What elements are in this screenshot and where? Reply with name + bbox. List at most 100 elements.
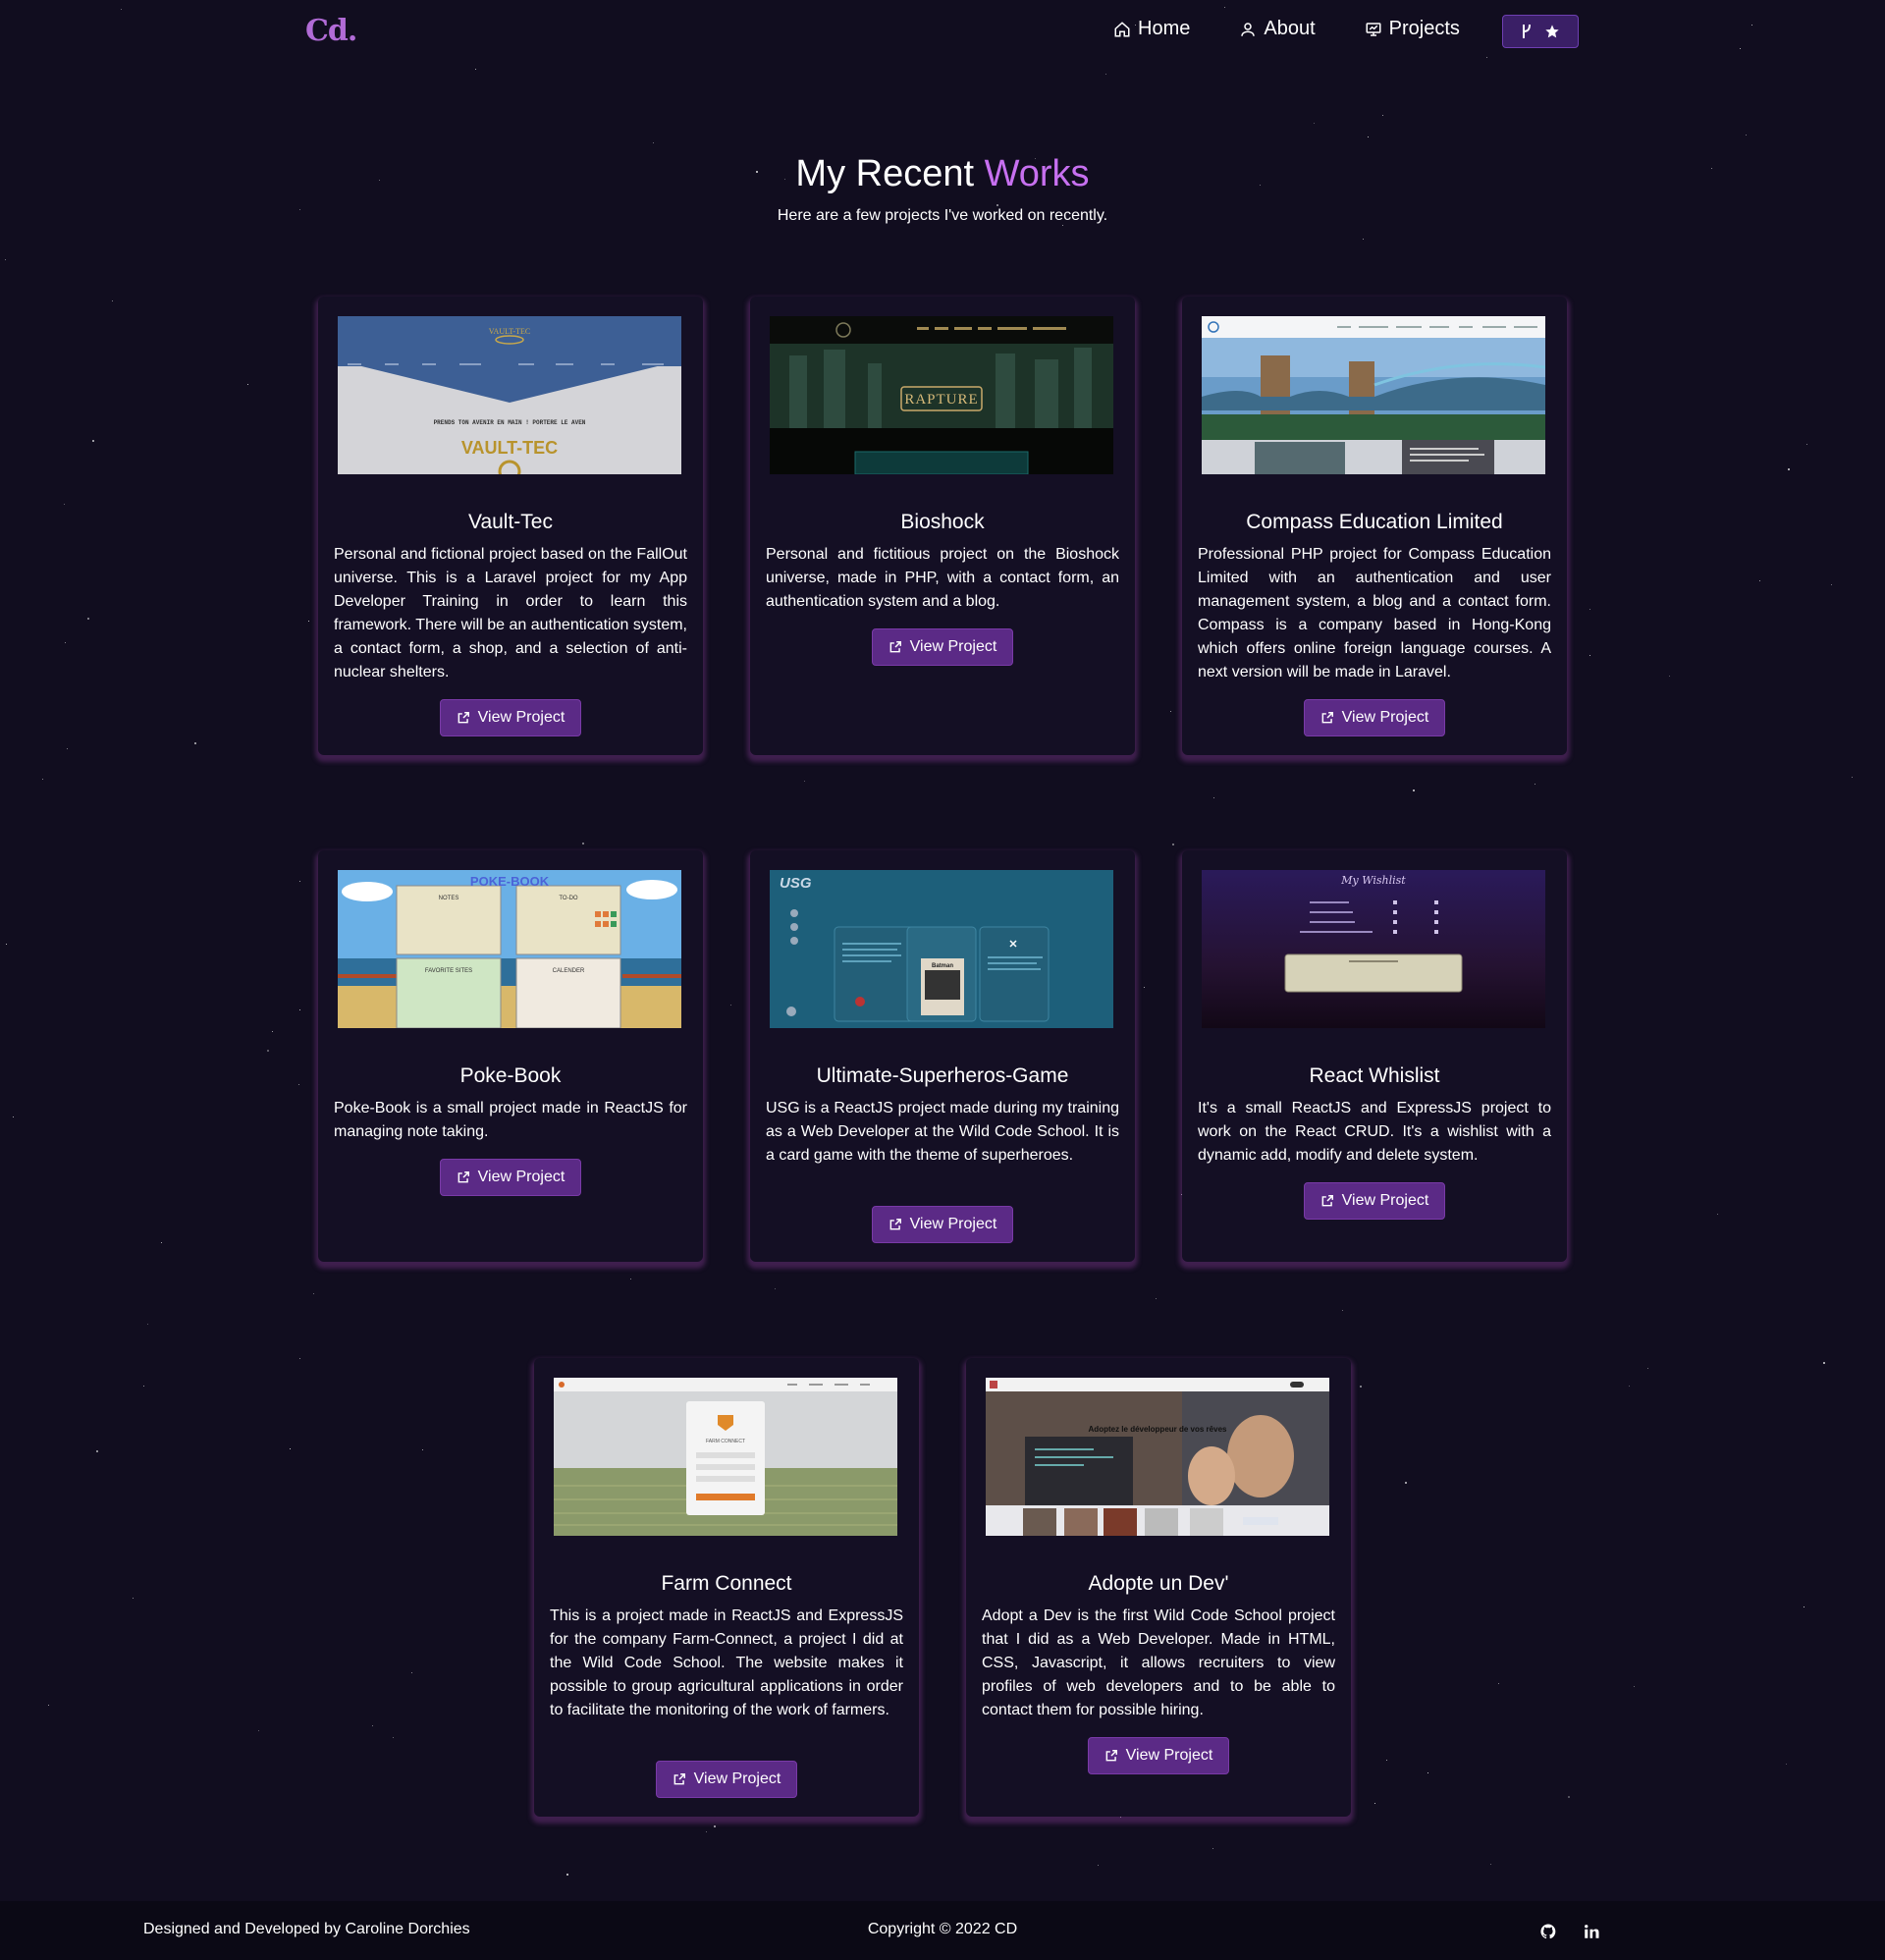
- star: [87, 618, 89, 620]
- view-project-button[interactable]: View Project: [440, 699, 581, 736]
- linkedin-icon[interactable]: [1583, 1923, 1600, 1940]
- external-link-icon: [1105, 1750, 1117, 1762]
- star: [13, 1116, 15, 1118]
- star: [272, 1031, 274, 1033]
- github-star-button[interactable]: [1502, 15, 1579, 48]
- star: [1490, 1864, 1492, 1866]
- star-icon: [1545, 25, 1559, 38]
- project-card-farm-connect: FARM CONNECT Farm Connect This is a proj…: [534, 1358, 919, 1817]
- view-project-button[interactable]: View Project: [440, 1159, 581, 1196]
- external-link-icon: [889, 1219, 901, 1230]
- star: [161, 1242, 163, 1244]
- github-icon[interactable]: [1539, 1923, 1557, 1940]
- star: [1363, 239, 1365, 241]
- project-screenshot: Adoptez le développeur de vos rêves: [986, 1378, 1329, 1536]
- star: [1788, 468, 1790, 470]
- nav-link-about[interactable]: About: [1239, 18, 1316, 40]
- project-screenshot: POKE-BOOK NOTES TO-DO FAVORITE SITES CAL…: [338, 870, 681, 1028]
- view-project-button[interactable]: View Project: [656, 1761, 797, 1798]
- title-prefix: My Recent: [795, 153, 985, 194]
- star: [1427, 1772, 1429, 1774]
- external-link-icon: [889, 641, 901, 653]
- project-title: Farm Connect: [661, 1572, 792, 1595]
- view-project-button[interactable]: View Project: [872, 628, 1013, 666]
- star: [1831, 584, 1833, 586]
- presentation-icon: [1366, 22, 1381, 36]
- screenshot-brand: FARM CONNECT: [706, 1439, 745, 1444]
- star: [1806, 444, 1808, 446]
- nav-link-home[interactable]: Home: [1113, 18, 1190, 40]
- external-link-icon: [1321, 712, 1333, 724]
- project-card-bioshock: RAPTURE Bioshock Personal and fictitious…: [750, 297, 1135, 755]
- external-link-icon: [458, 1171, 469, 1183]
- star: [92, 440, 94, 442]
- star: [308, 621, 310, 623]
- section-heading: My Recent Works Here are a few projects …: [0, 153, 1885, 225]
- star: [411, 1672, 413, 1674]
- footer-social-links: [1539, 1923, 1600, 1940]
- project-card-adopte-un-dev: Adoptez le développeur de vos rêves Adop…: [966, 1358, 1351, 1817]
- screenshot-favorites: FAVORITE SITES: [425, 968, 472, 974]
- project-title: Bioshock: [900, 511, 985, 533]
- view-project-button[interactable]: View Project: [1304, 1182, 1445, 1220]
- star: [706, 1831, 708, 1833]
- project-description: Poke-Book is a small project made in Rea…: [334, 1100, 687, 1140]
- project-card-poke-book: POKE-BOOK NOTES TO-DO FAVORITE SITES CAL…: [318, 850, 703, 1262]
- view-project-label: View Project: [909, 1216, 997, 1232]
- star: [422, 1449, 424, 1451]
- view-project-button[interactable]: View Project: [872, 1206, 1013, 1243]
- star: [775, 1288, 777, 1290]
- nav-link-label: About: [1264, 18, 1316, 39]
- project-screenshot: USG Batman: [770, 870, 1113, 1028]
- star: [133, 1598, 135, 1600]
- project-title: React Whislist: [1309, 1064, 1440, 1087]
- star: [1212, 1848, 1214, 1850]
- project-description: Professional PHP project for Compass Edu…: [1198, 546, 1551, 681]
- star: [1823, 1362, 1825, 1364]
- nav-link-projects[interactable]: Projects: [1365, 18, 1460, 40]
- view-project-label: View Project: [477, 1169, 566, 1185]
- star: [267, 1050, 269, 1052]
- star: [112, 300, 114, 302]
- view-project-button[interactable]: View Project: [1304, 699, 1445, 736]
- project-description: Personal and fictional project based on …: [334, 546, 687, 681]
- view-project-button[interactable]: View Project: [1088, 1737, 1229, 1774]
- nav-link-label: Home: [1138, 18, 1191, 39]
- screenshot-calender: CALENDER: [553, 968, 585, 974]
- project-screenshot: FARM CONNECT: [554, 1378, 897, 1536]
- project-title: Ultimate-Superheros-Game: [816, 1064, 1069, 1087]
- star: [1382, 115, 1384, 117]
- project-title: Poke-Book: [459, 1064, 562, 1087]
- star: [714, 1825, 716, 1827]
- user-icon: [1241, 22, 1256, 36]
- logo[interactable]: Cd.: [305, 14, 357, 48]
- project-description: Adopt a Dev is the first Wild Code Schoo…: [982, 1607, 1335, 1718]
- star: [475, 69, 477, 71]
- star: [298, 1084, 300, 1086]
- screenshot-todo: TO-DO: [559, 896, 578, 901]
- star: [372, 1725, 374, 1727]
- star: [1105, 74, 1107, 76]
- star: [67, 748, 69, 750]
- star: [1342, 1310, 1344, 1312]
- screenshot-tagline: PRENDS TON AVENIR EN MAIN ! PORTERE LE A…: [434, 419, 586, 426]
- star: [143, 1386, 145, 1388]
- project-description: This is a project made in ReactJS and Ex…: [550, 1607, 903, 1718]
- screenshot-brand: My Wishlist: [1340, 874, 1406, 887]
- project-title: Compass Education Limited: [1246, 511, 1503, 533]
- star: [1589, 655, 1591, 657]
- star: [299, 881, 301, 883]
- screenshot-brand: VAULT-TEC: [461, 438, 558, 458]
- view-project-label: View Project: [1341, 1192, 1429, 1209]
- star: [299, 1358, 301, 1360]
- footer-copyright: Copyright © 2022 CD: [867, 1921, 1018, 1937]
- star: [1634, 1686, 1636, 1688]
- project-card-compass: Compass Education Limited Professional P…: [1182, 297, 1567, 755]
- star: [804, 781, 806, 783]
- star: [6, 944, 8, 946]
- view-project-label: View Project: [909, 638, 997, 655]
- star: [1568, 1796, 1570, 1798]
- star: [1647, 1368, 1649, 1370]
- nav-link-label: Projects: [1388, 18, 1460, 39]
- star: [1498, 1683, 1500, 1685]
